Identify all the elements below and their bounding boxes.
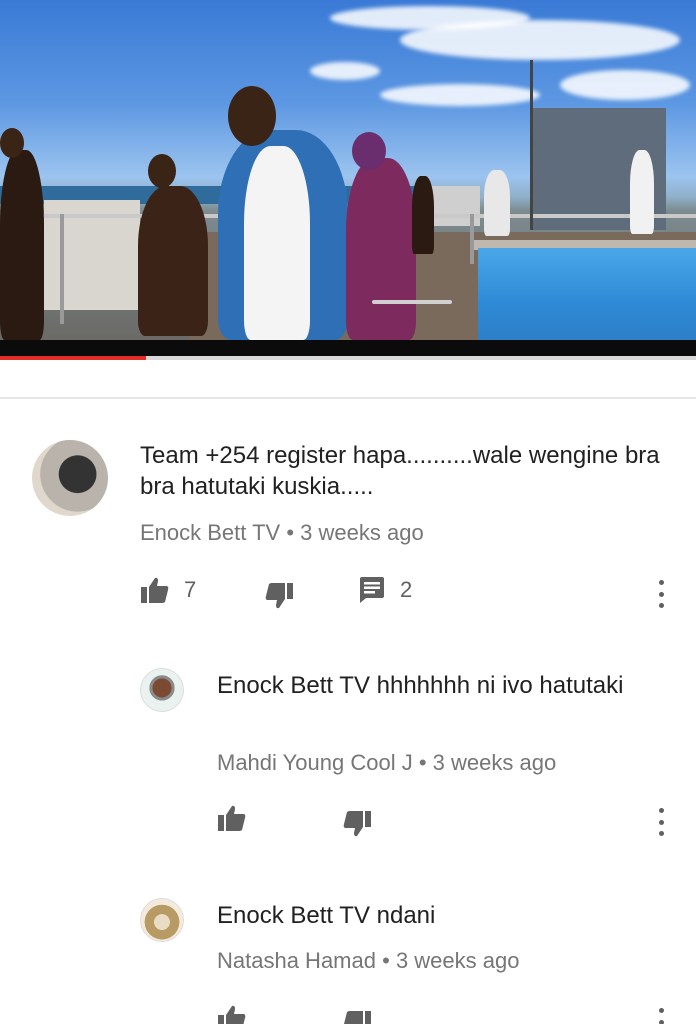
railing-post: [470, 214, 474, 264]
more-vertical-icon[interactable]: [656, 580, 666, 608]
thumbs-up-icon: [141, 577, 169, 603]
comment-icon: [360, 577, 384, 603]
more-vertical-icon[interactable]: [656, 1008, 666, 1024]
pool-ladder: [372, 300, 452, 304]
cloud: [310, 62, 380, 80]
comment-text: Team +254 register hapa..........wale we…: [140, 442, 660, 500]
author-name[interactable]: Natasha Hamad: [217, 948, 376, 973]
comment-text: Enock Bett TV ndani: [217, 902, 436, 929]
dancer: [138, 186, 208, 336]
author-name[interactable]: Enock Bett TV: [140, 520, 280, 545]
cloud: [560, 70, 690, 100]
reply-count: 2: [400, 577, 413, 602]
antenna: [530, 60, 533, 230]
meta-separator: •: [382, 948, 390, 973]
comment-time: 3 weeks ago: [395, 948, 520, 973]
dancer-head: [352, 132, 386, 170]
dancer-head: [0, 128, 24, 158]
dislike-button[interactable]: [342, 1010, 372, 1024]
avatar[interactable]: [140, 898, 184, 942]
meta-separator: •: [286, 520, 295, 545]
dancer: [484, 170, 510, 236]
singer-shirt: [244, 146, 310, 340]
comment-meta: Natasha Hamad • 3 weeks ago: [217, 948, 519, 974]
comment-time: 3 weeks ago: [300, 520, 424, 545]
more-vertical-icon[interactable]: [656, 808, 666, 836]
dancer: [412, 176, 434, 254]
author-name[interactable]: Mahdi Young Cool J: [217, 750, 413, 775]
thumbs-down-icon: [265, 583, 293, 609]
comment-meta: Enock Bett TV • 3 weeks ago: [140, 520, 424, 546]
progress-bar[interactable]: [0, 356, 147, 360]
avatar[interactable]: [140, 668, 184, 712]
comment-time: 3 weeks ago: [432, 750, 557, 775]
replies-button[interactable]: 2: [358, 576, 412, 604]
singer-head: [228, 86, 276, 146]
like-button[interactable]: [217, 1004, 247, 1024]
dancer: [0, 150, 44, 340]
divider: [0, 397, 696, 399]
dislike-button[interactable]: [264, 582, 294, 610]
thumbs-down-icon: [344, 1011, 371, 1024]
dancer: [346, 158, 416, 340]
dancer-head: [148, 154, 176, 188]
video-player[interactable]: [0, 0, 696, 340]
like-button[interactable]: 7: [140, 576, 196, 604]
thumbs-down-icon: [343, 811, 371, 837]
like-button[interactable]: [217, 804, 247, 832]
avatar[interactable]: [32, 440, 108, 516]
meta-separator: •: [418, 750, 427, 775]
dancer: [630, 150, 654, 234]
thumbs-up-icon: [218, 805, 246, 831]
dislike-button[interactable]: [342, 810, 372, 838]
thumbs-up-icon: [218, 1005, 246, 1024]
like-count: 7: [184, 577, 197, 602]
cloud: [380, 84, 540, 106]
comment-meta: Mahdi Young Cool J • 3 weeks ago: [217, 750, 556, 776]
comment-text: Enock Bett TV hhhhhhh ni ivo hatutaki: [217, 672, 624, 699]
swimming-pool: [478, 248, 696, 340]
railing-post: [60, 214, 64, 324]
cloud: [400, 20, 680, 60]
